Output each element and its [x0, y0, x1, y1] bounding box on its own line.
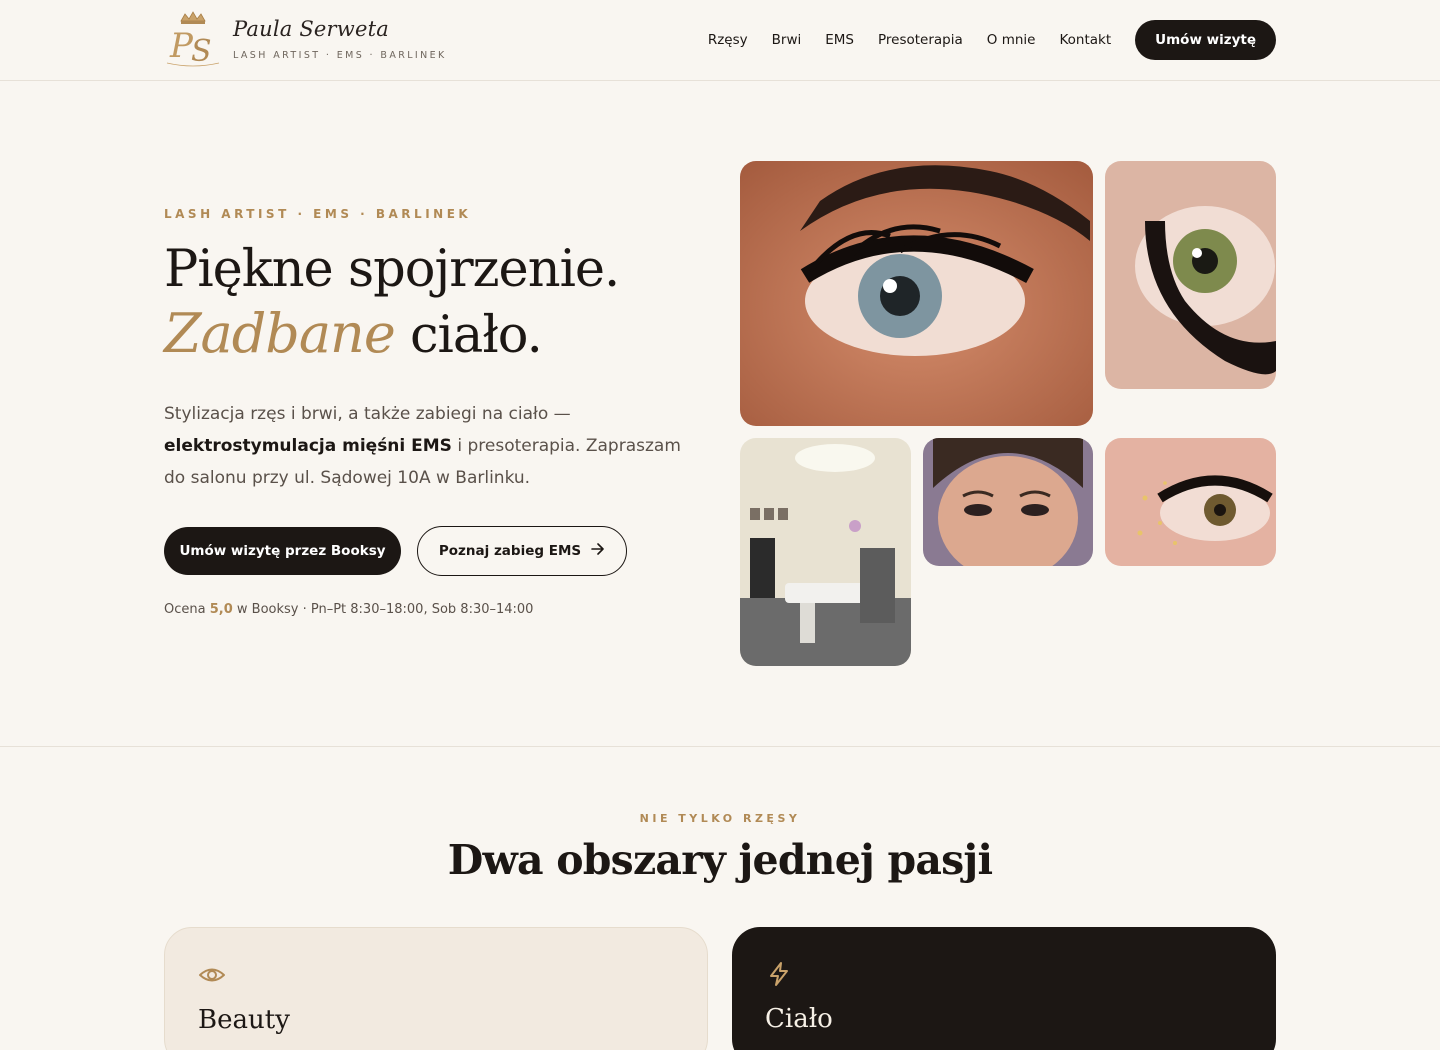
section-eyebrow: NIE TYLKO RZĘSY: [639, 812, 801, 825]
site-header: P S Paula Serweta LASH ARTIST · EMS · BA…: [0, 0, 1440, 81]
nav-link-ems[interactable]: EMS: [825, 32, 854, 48]
meta-prefix: Ocena: [164, 602, 210, 617]
hero-meta: Ocena 5,0 w Booksy · Pn–Pt 8:30–18:00, S…: [164, 602, 533, 617]
nav-link-o-mnie[interactable]: O mnie: [987, 32, 1036, 48]
booksy-booking-button[interactable]: Umów wizytę przez Booksy: [164, 527, 401, 575]
arrow-right-icon: [591, 543, 605, 559]
nav-link-rzesy[interactable]: Rzęsy: [708, 32, 748, 48]
book-visit-button[interactable]: Umów wizytę: [1135, 20, 1276, 60]
ps-crown-monogram-icon[interactable]: P S: [163, 11, 223, 69]
gallery-photo-lash-green-eye: [1105, 161, 1276, 389]
hero-title-line1: Piękne spojrzenie.: [164, 240, 620, 299]
logo-name[interactable]: Paula Serweta: [233, 17, 389, 41]
hero-title-line2: ciało.: [394, 306, 543, 365]
section-title: Dwa obszary jednej pasji: [447, 836, 993, 884]
rating-value: 5,0: [209, 602, 233, 617]
ems-info-label: Poznaj zabieg EMS: [438, 543, 582, 559]
meta-suffix: w Booksy · Pn–Pt 8:30–18:00, Sob 8:30–14…: [232, 602, 534, 617]
lightning-icon: [765, 960, 793, 988]
gallery-photo-client-portrait: [923, 438, 1093, 566]
gallery-photo-lash-glitter: [1105, 438, 1276, 566]
gallery-photo-salon-interior: [740, 438, 911, 666]
hero-description: Stylizacja rzęs i brwi, a także zabiegi …: [164, 398, 684, 494]
cialo-card[interactable]: Ciało: [732, 927, 1276, 1050]
beauty-card[interactable]: Beauty: [164, 927, 708, 1050]
nav-link-brwi[interactable]: Brwi: [772, 32, 802, 48]
nav-link-presoterapia[interactable]: Presoterapia: [878, 32, 963, 48]
hero-title-accent: Zadbane: [164, 302, 396, 365]
section-divider: [0, 746, 1440, 747]
hero-desc-bold: elektrostymulacja mięśni EMS: [164, 436, 452, 456]
main-nav: Rzęsy Brwi EMS Presoterapia O mnie Konta…: [708, 20, 1276, 60]
gallery-photo-lash-brow: [740, 161, 1093, 426]
cialo-card-title: Ciało: [765, 1004, 833, 1034]
ems-info-button[interactable]: Poznaj zabieg EMS: [417, 526, 627, 576]
nav-link-kontakt[interactable]: Kontakt: [1059, 32, 1111, 48]
beauty-card-title: Beauty: [198, 1005, 290, 1035]
hero-title: Piękne spojrzenie. Zadbane ciało.: [164, 238, 620, 368]
eye-icon: [198, 961, 226, 989]
hero-eyebrow: LASH ARTIST · EMS · BARLINEK: [164, 207, 472, 221]
svg-text:S: S: [191, 34, 212, 68]
logo-tagline: LASH ARTIST · EMS · BARLINEK: [233, 50, 447, 61]
hero-desc-part1: Stylizacja rzęs i brwi, a także zabiegi …: [164, 404, 571, 424]
